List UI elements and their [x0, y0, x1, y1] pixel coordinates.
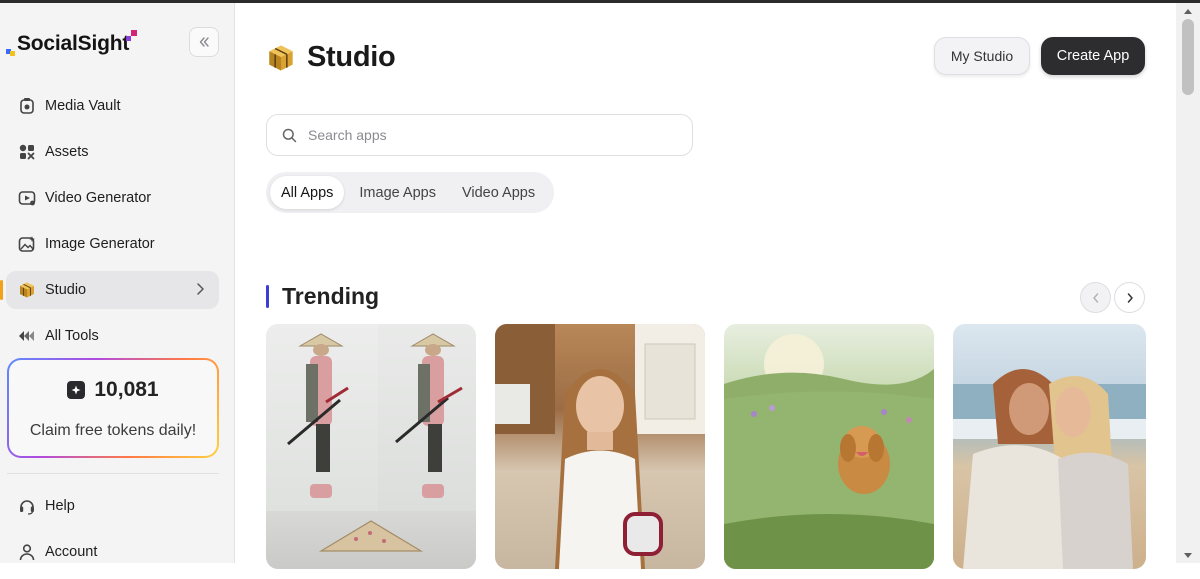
scroll-down-arrow-icon[interactable] [1184, 553, 1192, 558]
all-tools-icon [18, 327, 36, 345]
sidebar-item-studio[interactable]: Studio [0, 271, 219, 309]
sidebar-item-assets[interactable]: Assets [6, 133, 219, 171]
page-title: Studio [307, 41, 396, 73]
sidebar-item-label: Studio [45, 282, 87, 298]
sidebar-item-label: Account [45, 544, 98, 560]
scroll-up-arrow-icon[interactable] [1184, 9, 1192, 14]
trending-section-header: Trending [266, 283, 379, 310]
card-dog-meadow[interactable] [724, 324, 934, 569]
sidebar-item-label: Help [45, 498, 75, 514]
sidebar-item-account[interactable]: Account [6, 533, 219, 571]
card-image-panel [266, 324, 378, 511]
my-studio-button[interactable]: My Studio [934, 37, 1030, 75]
page-scrollbar[interactable] [1176, 3, 1200, 563]
search-box[interactable] [266, 114, 693, 156]
headset-icon [18, 497, 36, 515]
token-count: 10,081 [94, 378, 159, 401]
app-filter-tabs: All Apps Image Apps Video Apps [266, 172, 555, 213]
brand-name: SocialSight [17, 32, 130, 55]
tab-all-apps[interactable]: All Apps [270, 176, 345, 209]
sidebar-item-label: Image Generator [45, 236, 155, 252]
main-content: Studio My Studio Create App All Apps Ima… [236, 3, 1176, 569]
sidebar-item-label: Assets [45, 144, 89, 160]
token-balance: 10,081 [9, 378, 217, 402]
card-couple-beach[interactable] [953, 324, 1146, 569]
sidebar-item-label: Media Vault [45, 98, 121, 114]
assets-icon [18, 143, 36, 161]
sidebar-divider [7, 473, 219, 474]
tab-image-apps[interactable]: Image Apps [348, 176, 447, 209]
logo-dots-icon [126, 30, 141, 56]
chevron-right-icon [1127, 292, 1133, 303]
user-icon [18, 543, 36, 561]
card-samurai-grid[interactable] [266, 324, 476, 569]
card-image-panel [378, 324, 476, 511]
sidebar-item-label: Video Generator [45, 190, 152, 206]
sidebar-item-label: All Tools [45, 328, 99, 344]
sidebar-item-help[interactable]: Help [6, 487, 219, 525]
active-indicator [0, 280, 3, 300]
claim-tokens-text[interactable]: Claim free tokens daily! [9, 422, 217, 440]
scrollbar-thumb[interactable] [1182, 19, 1194, 95]
chevrons-left-icon [199, 37, 209, 47]
image-generator-icon [18, 235, 36, 253]
studio-cube-icon [269, 45, 293, 70]
sidebar: SocialSight Media Vault Assets Video Gen [0, 3, 235, 563]
sidebar-nav: Media Vault Assets Video Generator Image… [0, 87, 219, 363]
token-balance-card[interactable]: 10,081 Claim free tokens daily! [7, 358, 219, 458]
card-woman-kitchen[interactable] [495, 324, 705, 569]
sidebar-item-all-tools[interactable]: All Tools [6, 317, 219, 355]
studio-cube-icon [18, 281, 36, 299]
media-vault-icon [18, 97, 36, 115]
brand-logo[interactable]: SocialSight [6, 27, 141, 61]
carousel-next-button[interactable] [1114, 282, 1145, 313]
chevron-right-icon [195, 282, 205, 300]
card-image-panel [266, 511, 476, 569]
sidebar-item-media-vault[interactable]: Media Vault [6, 87, 219, 125]
tab-video-apps[interactable]: Video Apps [451, 176, 546, 209]
section-accent-bar [266, 285, 269, 308]
token-icon [67, 381, 86, 399]
search-icon [282, 128, 297, 142]
create-app-button[interactable]: Create App [1041, 37, 1145, 75]
collapse-sidebar-button[interactable] [189, 27, 219, 57]
search-input[interactable] [308, 127, 668, 143]
carousel-prev-button[interactable] [1080, 282, 1111, 313]
page-header: Studio [266, 41, 396, 74]
sidebar-bottom-nav: Help Account [6, 487, 219, 579]
sidebar-item-video-generator[interactable]: Video Generator [6, 179, 219, 217]
video-generator-icon [18, 189, 36, 207]
logo-mark-icon [6, 32, 16, 56]
sidebar-item-image-generator[interactable]: Image Generator [6, 225, 219, 263]
chevron-left-icon [1092, 292, 1098, 303]
section-title: Trending [282, 283, 380, 309]
